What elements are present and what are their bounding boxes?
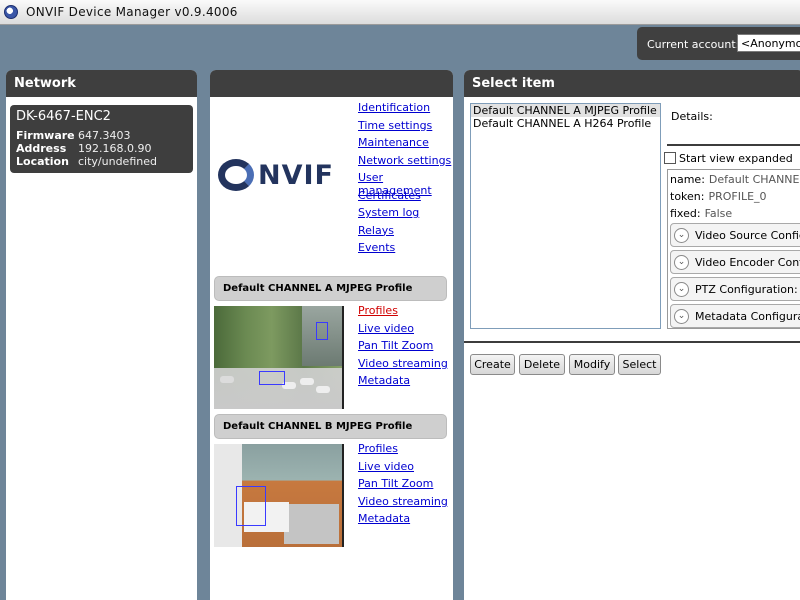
video-source-config-expander[interactable]: ⌄ Video Source Configur	[670, 223, 800, 247]
link-relays[interactable]: Relays	[358, 224, 453, 242]
profile-list-item[interactable]: Default CHANNEL A MJPEG Profile	[471, 104, 660, 117]
onvif-logo-text: NVIF	[258, 160, 334, 191]
profile-b-links: Profiles Live video Pan Tilt Zoom Video …	[358, 442, 448, 530]
link-events[interactable]: Events	[358, 241, 453, 259]
onvif-logo-ring	[218, 159, 254, 191]
profile-b-link-profiles[interactable]: Profiles	[358, 442, 448, 460]
detail-fixed-row: fixed: False	[670, 207, 732, 220]
start-expanded-label: Start view expanded	[679, 152, 793, 165]
metadata-config-expander[interactable]: ⌄ Metadata Configuration	[670, 304, 800, 328]
profile-b-link-metadata[interactable]: Metadata	[358, 512, 448, 530]
chevron-down-icon: ⌄	[674, 309, 689, 324]
create-button[interactable]: Create	[470, 354, 515, 375]
profile-a-link-video-streaming[interactable]: Video streaming	[358, 357, 448, 375]
video-source-config-label: Video Source Configur	[695, 229, 800, 242]
firmware-label: Firmware	[16, 129, 75, 142]
delete-button[interactable]: Delete	[519, 354, 565, 375]
camera-a-car	[300, 378, 314, 385]
camera-a-thumbnail[interactable]	[214, 306, 344, 409]
device-panel-header	[210, 70, 453, 97]
profile-a-link-live-video[interactable]: Live video	[358, 322, 448, 340]
detail-token-label: token:	[670, 190, 705, 203]
title-bar: ONVIF Device Manager v0.9.4006	[0, 0, 800, 25]
camera-a-car	[316, 386, 330, 393]
select-item-panel: Select item Default CHANNEL A MJPEG Prof…	[464, 70, 800, 600]
detail-token-row: token: PROFILE_0	[670, 190, 767, 203]
app-icon	[4, 5, 18, 19]
video-encoder-config-label: Video Encoder Configu	[695, 256, 800, 269]
profile-b-header: Default CHANNEL B MJPEG Profile	[214, 414, 447, 439]
detail-fixed-label: fixed:	[670, 207, 701, 220]
camera-b-floor-mat	[284, 504, 339, 544]
profile-b-link-pan-tilt-zoom[interactable]: Pan Tilt Zoom	[358, 477, 448, 495]
device-name: DK-6467-ENC2	[16, 109, 111, 124]
link-user-management[interactable]: User management	[358, 171, 453, 197]
link-time-settings[interactable]: Time settings	[358, 119, 453, 137]
detail-name-label: name:	[670, 173, 705, 186]
window-title: ONVIF Device Manager v0.9.4006	[26, 5, 238, 19]
detail-name-value: Default CHANNEL A	[708, 173, 800, 186]
account-label: Current account:	[647, 38, 740, 51]
camera-a-car	[220, 376, 234, 383]
device-panel: NVIF Identification Time settings Mainte…	[210, 70, 453, 600]
profile-b-link-live-video[interactable]: Live video	[358, 460, 448, 478]
profile-list-item[interactable]: Default CHANNEL A H264 Profile	[471, 117, 660, 130]
link-network-settings[interactable]: Network settings	[358, 154, 453, 172]
network-panel: Network DK-6467-ENC2 Firmware 647.3403 Ad…	[6, 70, 197, 600]
select-item-title: Select item	[464, 70, 800, 97]
camera-a-detection-box	[316, 322, 328, 340]
profile-a-link-pan-tilt-zoom[interactable]: Pan Tilt Zoom	[358, 339, 448, 357]
details-label: Details:	[671, 110, 713, 123]
profile-a-links: Profiles Live video Pan Tilt Zoom Video …	[358, 304, 448, 392]
detail-name-row: name:Default CHANNEL A	[670, 173, 800, 186]
firmware-value: 647.3403	[78, 129, 131, 142]
camera-a-detection-box	[259, 371, 285, 385]
address-label: Address	[16, 142, 67, 155]
link-system-log[interactable]: System log	[358, 206, 453, 224]
profile-b-link-video-streaming[interactable]: Video streaming	[358, 495, 448, 513]
profile-details: name:Default CHANNEL A token:PROFILE_0 f…	[667, 169, 800, 329]
detail-token-value: PROFILE_0	[708, 190, 767, 203]
ptz-config-label: PTZ Configuration: F	[695, 283, 800, 296]
address-value: 192.168.0.90	[78, 142, 152, 155]
metadata-config-label: Metadata Configuration	[695, 310, 800, 323]
address-row: Address 192.168.0.90	[16, 142, 151, 155]
link-certificates[interactable]: Certificates	[358, 189, 453, 207]
detail-fixed-value: False	[704, 207, 733, 220]
start-expanded-row[interactable]: Start view expanded	[664, 152, 793, 165]
video-encoder-config-expander[interactable]: ⌄ Video Encoder Configu	[670, 250, 800, 274]
chevron-down-icon: ⌄	[674, 228, 689, 243]
profile-a-link-profiles[interactable]: Profiles	[358, 304, 448, 322]
device-card[interactable]: DK-6467-ENC2 Firmware 647.3403 Address 192…	[10, 105, 193, 173]
location-value: city/undefined	[78, 155, 157, 168]
profile-a-header: Default CHANNEL A MJPEG Profile	[214, 276, 447, 301]
modify-button[interactable]: Modify	[569, 354, 615, 375]
account-select[interactable]: <Anonymous>	[737, 34, 800, 52]
onvif-logo: NVIF	[218, 157, 333, 193]
network-panel-title: Network	[6, 70, 197, 97]
chevron-down-icon: ⌄	[674, 255, 689, 270]
link-maintenance[interactable]: Maintenance	[358, 136, 453, 154]
camera-b-thumbnail[interactable]	[214, 444, 344, 547]
details-separator	[667, 144, 800, 146]
firmware-row: Firmware 647.3403	[16, 129, 131, 142]
camera-b-detection-box	[236, 486, 266, 526]
account-bar: Current account: <Anonymous>	[637, 27, 800, 60]
profile-list[interactable]: Default CHANNEL A MJPEG Profile Default …	[470, 103, 661, 329]
location-row: Location city/undefined	[16, 155, 157, 168]
profile-a-link-metadata[interactable]: Metadata	[358, 374, 448, 392]
location-label: Location	[16, 155, 69, 168]
select-button[interactable]: Select	[618, 354, 661, 375]
buttons-separator	[464, 341, 800, 343]
ptz-config-expander[interactable]: ⌄ PTZ Configuration: F	[670, 277, 800, 301]
link-identification[interactable]: Identification	[358, 101, 453, 119]
device-links: Identification Time settings Maintenance…	[358, 101, 453, 259]
chevron-down-icon: ⌄	[674, 282, 689, 297]
start-expanded-checkbox[interactable]	[664, 152, 676, 164]
